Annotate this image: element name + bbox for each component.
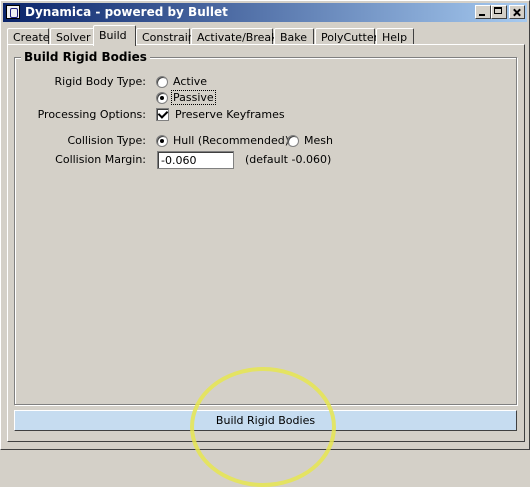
title-bar[interactable]: Dynamica - powered by Bullet	[3, 3, 527, 22]
tab-constrain[interactable]: Constrain	[136, 28, 195, 45]
collision-margin-label: Collision Margin:	[55, 153, 146, 166]
radio-hull[interactable]	[156, 135, 168, 147]
dynamica-window: Dynamica - powered by Bullet Create Solv…	[0, 0, 530, 450]
tab-activate-break[interactable]: Activate/Break	[191, 28, 278, 45]
collision-margin-default: (default -0.060)	[245, 153, 332, 166]
radio-mesh[interactable]	[287, 135, 299, 147]
tab-build[interactable]: Build	[93, 25, 136, 46]
radio-passive[interactable]	[156, 92, 168, 104]
tab-solver[interactable]: Solver	[50, 28, 94, 45]
minimize-button[interactable]	[475, 5, 491, 19]
window-title: Dynamica - powered by Bullet	[25, 5, 228, 19]
radio-hull-label[interactable]: Hull (Recommended)	[173, 134, 289, 147]
build-rigid-bodies-frame: Build Rigid Bodies Rigid Body Type: Acti…	[14, 50, 517, 405]
tab-bake[interactable]: Bake	[274, 28, 314, 45]
tab-help[interactable]: Help	[376, 28, 414, 45]
preserve-keyframes-checkbox[interactable]	[156, 108, 169, 121]
tab-polycutter[interactable]: PolyCutter	[315, 28, 378, 45]
radio-mesh-label[interactable]: Mesh	[304, 134, 333, 147]
close-button[interactable]	[509, 5, 525, 19]
collision-type-label: Collision Type:	[67, 134, 146, 147]
build-panel: Build Rigid Bodies Rigid Body Type: Acti…	[7, 44, 525, 442]
preserve-keyframes-label[interactable]: Preserve Keyframes	[175, 108, 285, 121]
radio-passive-label[interactable]: Passive	[171, 90, 216, 105]
app-icon	[6, 5, 20, 19]
rigid-body-type-label: Rigid Body Type:	[54, 75, 146, 88]
tab-create[interactable]: Create	[7, 28, 50, 45]
collision-margin-input[interactable]	[157, 151, 234, 169]
processing-options-label: Processing Options:	[37, 108, 146, 121]
section-title: Build Rigid Bodies	[21, 50, 150, 64]
radio-active[interactable]	[156, 76, 168, 88]
build-rigid-bodies-button[interactable]: Build Rigid Bodies	[14, 410, 517, 431]
radio-active-label[interactable]: Active	[173, 75, 207, 88]
maximize-button[interactable]	[491, 5, 507, 19]
